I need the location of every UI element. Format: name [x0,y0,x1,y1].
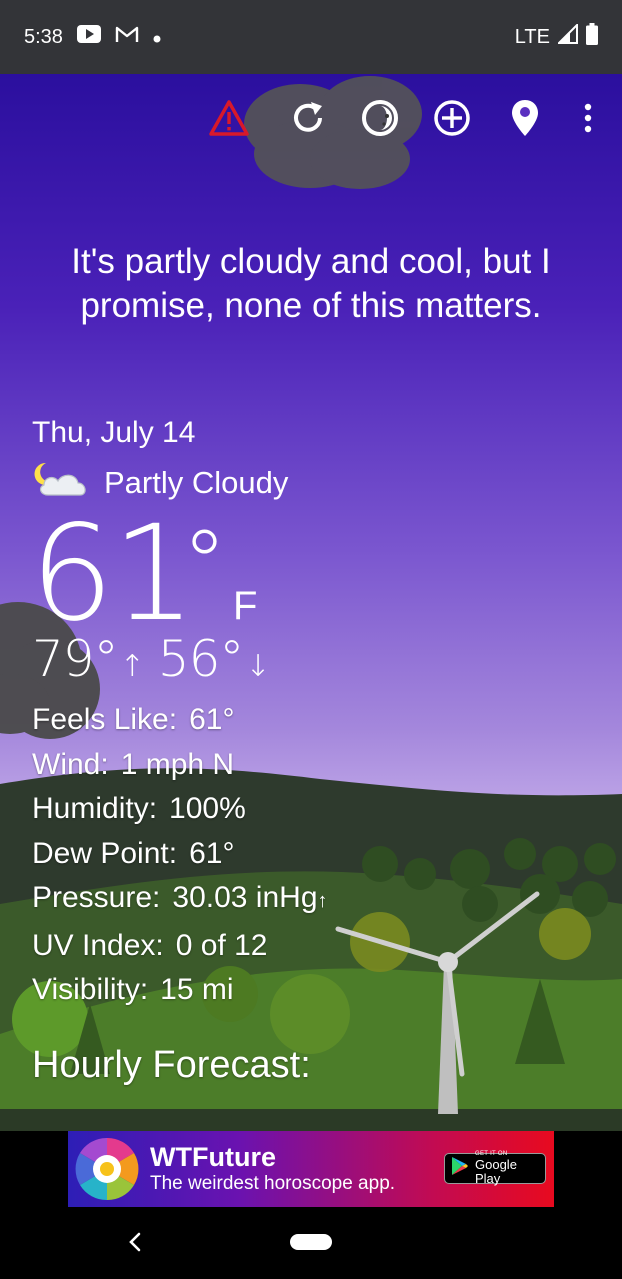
current-temperature: 61 [30,497,196,651]
horoscope-wheel-icon [74,1136,140,1202]
google-play-label: Google Play [475,1157,517,1186]
high-temperature: 79° [32,630,119,688]
google-play-badge[interactable]: GET IT ON Google Play [444,1151,546,1186]
status-bar: 5:38 LTE [0,0,622,74]
pressure-label: Pressure: [32,881,161,914]
refresh-icon[interactable] [286,96,330,140]
temperature-unit: F [233,584,258,628]
pressure-value: 30.03 inHg [172,881,318,914]
visibility-value: 15 mi [160,973,234,1006]
navigation-bar [0,1206,622,1279]
more-vert-icon[interactable] [566,96,610,140]
weather-quip: It's partly cloudy and cool, but I promi… [71,242,551,325]
feels-like-row: Feels Like: 61° [32,698,328,743]
toolbar [0,86,622,150]
pressure-trend-icon: ↑ [317,890,328,912]
current-date: Thu, July 14 [32,416,196,449]
dew-point-label: Dew Point: [32,836,178,870]
google-play-text: GET IT ON Google Play [475,1151,545,1186]
humidity-row: Humidity: 100% [32,787,328,832]
condition-text: Partly Cloudy [104,465,289,500]
feels-like-label: Feels Like: [32,703,178,736]
back-icon[interactable] [124,1228,146,1256]
humidity-label: Humidity: [32,792,158,825]
high-arrow-icon: ↑ [119,649,145,684]
theme-icon[interactable] [358,96,402,140]
low-arrow-icon: ↓ [245,649,270,684]
visibility-label: Visibility: [32,973,149,1006]
network-type: LTE [514,25,550,48]
wind-value: 1 mph N [120,747,235,781]
google-play-icon [451,1156,469,1181]
hourly-forecast-title: Hourly Forecast: [32,1044,311,1086]
feels-like-value: 61° [189,703,235,736]
wind-row: Wind: 1 mph N [32,743,328,788]
visibility-row: Visibility: 15 mi [32,968,328,1013]
humidity-value: 100% [169,792,246,825]
ad-subtitle: The weirdest horoscope app. [150,1173,396,1194]
ad-text: WTFuture The weirdest horoscope app. [150,1142,395,1196]
wind-label: Wind: [32,747,109,781]
warning-icon[interactable] [207,96,251,140]
low-temperature: 56° [157,630,245,688]
uv-index-label: UV Index: [32,928,164,962]
weather-details: Feels Like: 61° Wind: 1 mph N Humidity: 100… [32,698,328,1013]
signal-icon [556,22,578,50]
battery-icon [586,23,598,51]
temperature-degree: ° [182,511,227,616]
uv-index-value: 0 of 12 [175,928,268,962]
notification-dot-icon [153,26,161,49]
home-button[interactable] [290,1234,332,1250]
status-time: 5:38 [24,25,63,48]
location-pin-icon[interactable] [503,96,547,140]
uv-index-row: UV Index: 0 of 12 [32,924,328,969]
dew-point-row: Dew Point: 61° [32,832,328,877]
weather-scene: It's partly cloudy and cool, but I promi… [0,74,622,1131]
ad-title: WTFuture [150,1142,276,1172]
high-low-row: 79° ↑ 56° ↓ [32,630,284,688]
gmail-icon [115,25,139,49]
pressure-row: Pressure: 30.03 inHg↑ [32,876,328,924]
dew-point-value: 61° [189,836,235,870]
youtube-icon [76,25,101,49]
ad-banner[interactable]: WTFuture The weirdest horoscope app. GET… [68,1131,554,1207]
add-location-icon[interactable] [430,96,474,140]
